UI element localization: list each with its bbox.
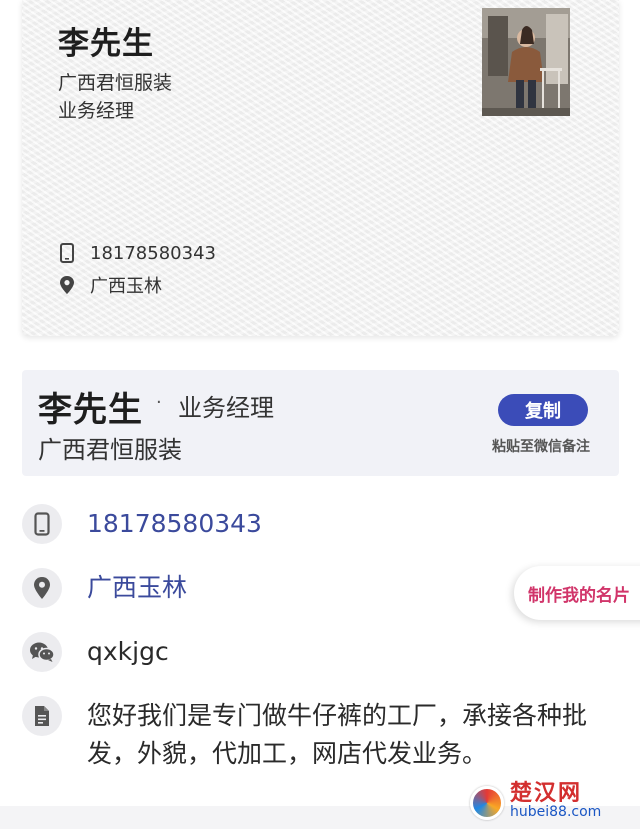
panel-name: 李先生: [38, 390, 143, 430]
card-phone: 18178580343: [90, 242, 216, 264]
separator-dot: ·: [156, 392, 162, 413]
info-panel: 李先生 · 业务经理 广西君恒服装 复制 粘贴至微信备注: [22, 370, 619, 476]
card-location-row: 广西玉林: [56, 272, 162, 298]
panel-job-title: 业务经理: [178, 394, 274, 422]
watermark-logo-icon: [470, 786, 504, 820]
business-card: 李先生 广西君恒服装 业务经理 18178580343 广西玉林: [22, 0, 619, 336]
card-location: 广西玉林: [90, 276, 162, 297]
phone-icon: [56, 242, 78, 264]
location-pin-icon: [56, 274, 78, 296]
location-pin-icon: [22, 568, 62, 608]
photo-image: [482, 8, 570, 116]
card-phone-row: 18178580343: [56, 242, 216, 264]
card-job-title: 业务经理: [58, 100, 135, 122]
phone-icon: [22, 504, 62, 544]
phone-number-link[interactable]: 18178580343: [87, 504, 262, 544]
watermark: 楚汉网 hubei88.com: [470, 780, 640, 826]
profile-photo: [482, 8, 570, 116]
location-link[interactable]: 广西玉林: [87, 568, 187, 608]
make-my-card-button[interactable]: 制作我的名片: [514, 566, 640, 620]
document-icon: [22, 696, 62, 736]
watermark-url: hubei88.com: [510, 804, 602, 820]
copy-button[interactable]: 复制: [498, 394, 588, 426]
wechat-icon: [22, 632, 62, 672]
intro-row: 您好我们是专门做牛仔裤的工厂，承接各种批发，外貌，代加工，网店代发业务。: [22, 696, 617, 773]
card-company: 广西君恒服装: [58, 72, 173, 94]
wechat-row: qxkjgc: [22, 632, 169, 672]
intro-text: 您好我们是专门做牛仔裤的工厂，承接各种批发，外貌，代加工，网店代发业务。: [87, 701, 588, 768]
location-row[interactable]: 广西玉林: [22, 568, 187, 608]
card-name: 李先生: [58, 26, 154, 62]
panel-company: 广西君恒服装: [38, 436, 182, 464]
copy-hint: 粘贴至微信备注: [492, 439, 590, 455]
phone-row[interactable]: 18178580343: [22, 504, 262, 544]
watermark-title: 楚汉网: [510, 781, 583, 806]
wechat-id: qxkjgc: [87, 637, 169, 666]
